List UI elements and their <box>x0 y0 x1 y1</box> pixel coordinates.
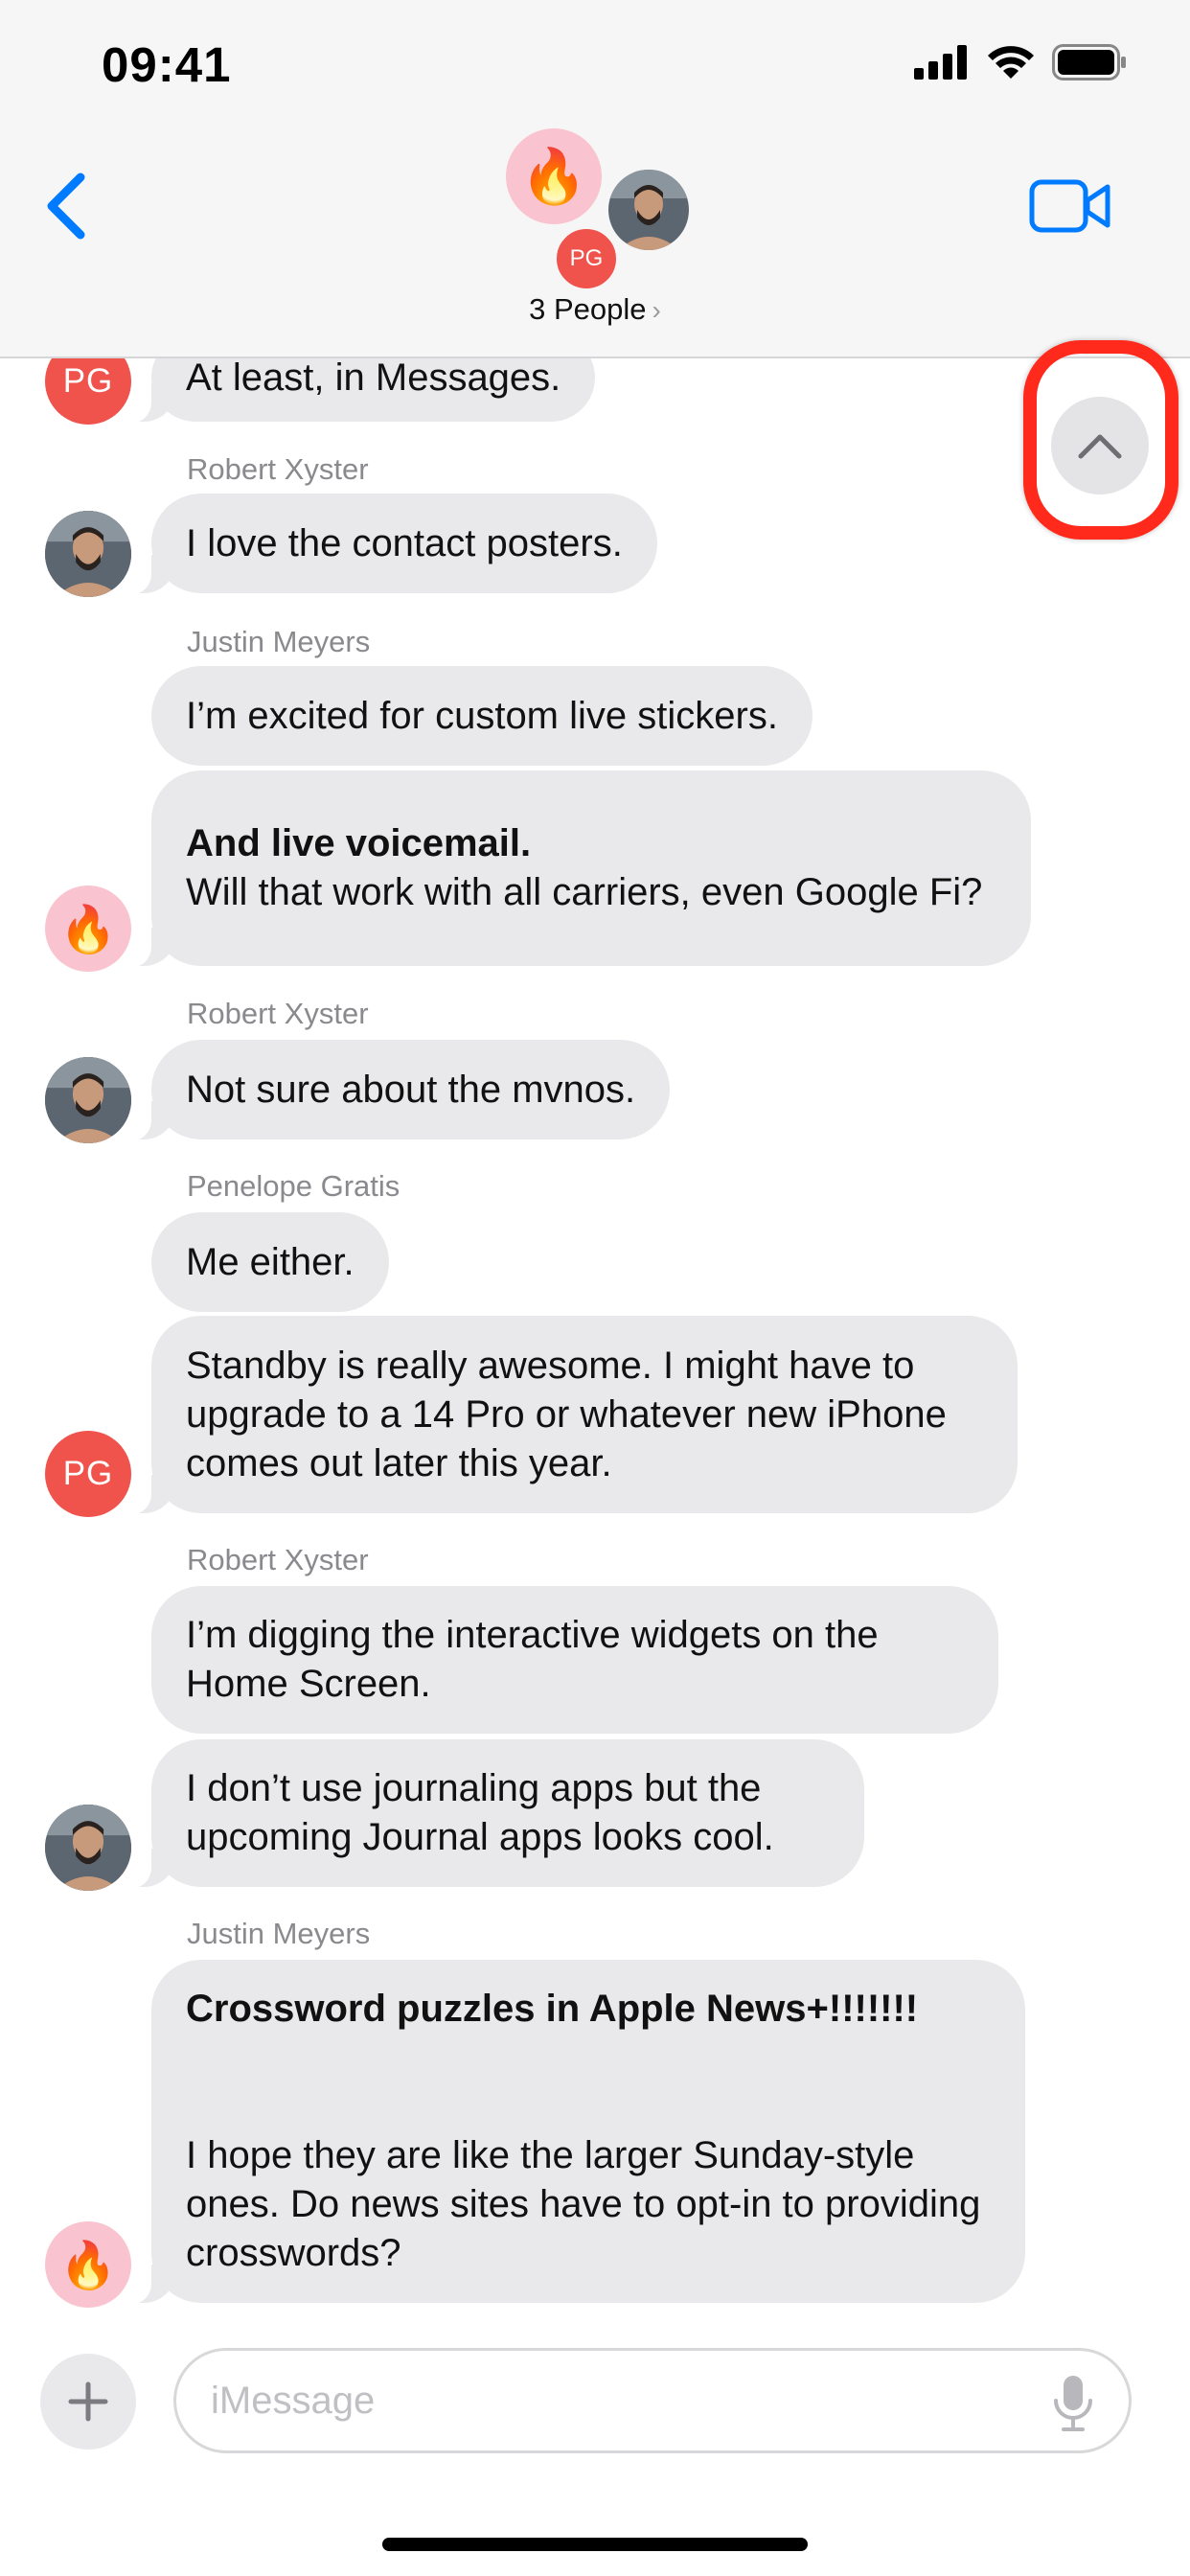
status-time: 09:41 <box>102 37 232 92</box>
home-indicator <box>382 2538 808 2551</box>
wifi-icon <box>988 46 1034 79</box>
battery-icon <box>1052 44 1126 80</box>
avatar[interactable]: 🔥 <box>45 886 131 972</box>
sender-name: Robert Xyster <box>187 997 369 1030</box>
sender-name: Robert Xyster <box>187 452 369 486</box>
signal-icon <box>914 45 967 80</box>
sender-name: Robert Xyster <box>187 1543 369 1576</box>
pg-avatar-small: PG <box>554 226 619 291</box>
back-button[interactable] <box>38 168 96 244</box>
video-call-button[interactable] <box>1029 178 1111 234</box>
robert-avatar <box>606 167 692 253</box>
chevron-right-icon: › <box>652 295 661 325</box>
message-input-placeholder: iMessage <box>211 2379 376 2422</box>
message-bubble[interactable]: Crossword puzzles in Apple News+!!!!!!! … <box>123 1960 1025 2305</box>
add-attachment-button[interactable] <box>40 2354 136 2450</box>
group-name: 3 People <box>529 292 647 326</box>
message-bubble[interactable]: I’m digging the interactive widgets on t… <box>151 1586 998 1734</box>
message-bubble[interactable]: Me either. <box>151 1212 389 1312</box>
avatar[interactable] <box>45 511 131 597</box>
plus-icon <box>68 2381 108 2422</box>
avatar[interactable]: PG <box>45 1431 131 1517</box>
message-bubble[interactable]: I’m excited for custom live stickers. <box>151 666 812 766</box>
status-icons <box>914 44 1127 80</box>
message-bubble[interactable]: I love the contact posters. <box>123 494 657 595</box>
message-bubble[interactable]: Standby is really awesome. I might have … <box>123 1316 1018 1515</box>
flame-avatar: 🔥 <box>506 128 602 224</box>
sender-name: Penelope Gratis <box>187 1169 400 1203</box>
conversation-header: 09:41 🔥 PG 3 People › <box>0 0 1190 358</box>
group-name-button[interactable]: 3 People › <box>0 292 1190 327</box>
message-bubble[interactable]: Not sure about the mvnos. <box>122 1040 671 1141</box>
sender-name: Justin Meyers <box>187 1917 371 1950</box>
avatar[interactable] <box>45 1057 131 1143</box>
message-bubble[interactable]: I don’t use journaling apps but the upco… <box>123 1739 864 1889</box>
message-input[interactable]: iMessage <box>173 2348 1132 2453</box>
avatar[interactable] <box>45 1805 131 1891</box>
highlight-annotation <box>1023 340 1179 540</box>
microphone-icon[interactable] <box>1052 2374 1094 2433</box>
video-camera-icon <box>1029 179 1110 233</box>
message-bubble[interactable]: And live voicemail. Will that work with … <box>123 770 1031 968</box>
sender-name: Justin Meyers <box>187 625 371 658</box>
back-chevron-icon <box>47 172 85 240</box>
group-avatars[interactable]: 🔥 PG <box>500 128 692 291</box>
flame-emoji: 🔥 <box>520 146 587 206</box>
avatar[interactable]: 🔥 <box>45 2221 131 2308</box>
